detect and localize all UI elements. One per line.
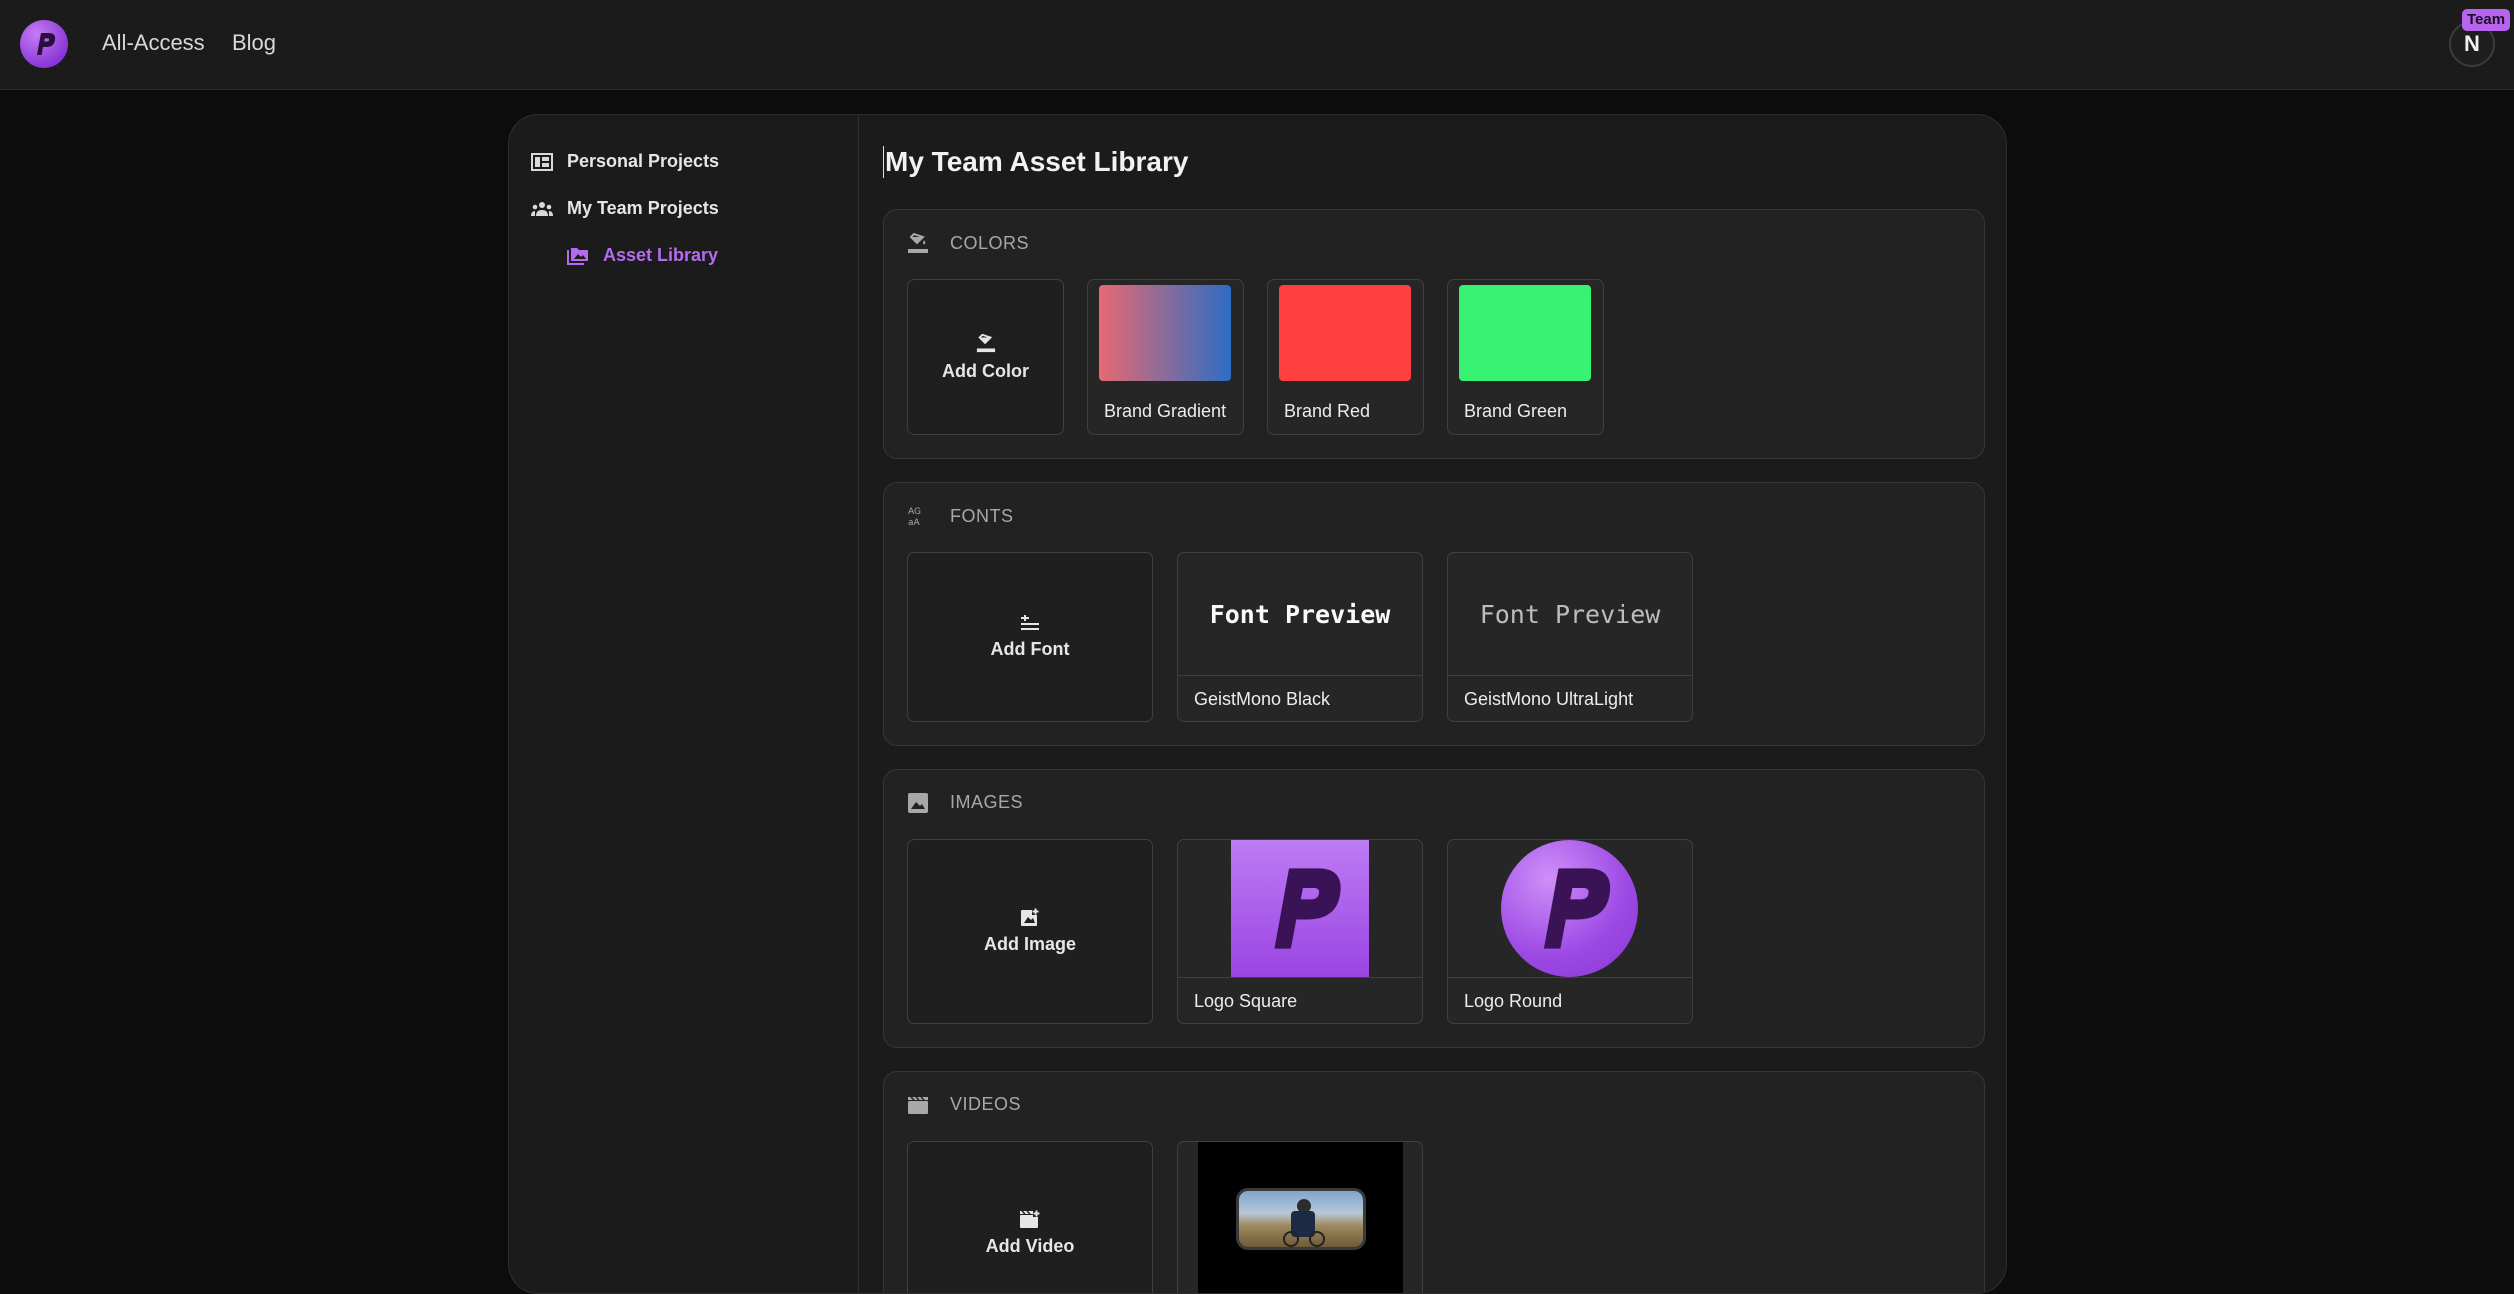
add-color-button[interactable]: Add Color [907, 279, 1064, 435]
add-video-icon [1020, 1210, 1040, 1228]
add-image-button[interactable]: Add Image [907, 839, 1153, 1024]
image-label: Logo Square [1178, 977, 1422, 1023]
nav-blog-link[interactable]: Blog [232, 30, 276, 56]
font-card-geistmono-black[interactable]: Font Preview GeistMono Black [1177, 552, 1423, 722]
sidebar-item-label: Asset Library [603, 245, 719, 265]
sidebar-item-my-team-projects[interactable]: My Team Projects [531, 198, 719, 219]
section-title: IMAGES [950, 792, 1024, 812]
page-title: My Team Asset Library [883, 146, 1189, 178]
font-card-geistmono-ultralight[interactable]: Font Preview GeistMono UltraLight [1447, 552, 1693, 722]
image-card-logo-round[interactable]: Logo Round [1447, 839, 1693, 1024]
font-label: GeistMono UltraLight [1448, 675, 1692, 721]
section-title: COLORS [950, 232, 1030, 253]
color-label: Brand Gradient [1104, 401, 1227, 421]
image-label: Logo Round [1448, 977, 1692, 1023]
add-font-label: Add Font [990, 638, 1070, 659]
main-content: My Team Asset Library COLORS Add Color B… [859, 115, 2006, 1293]
folder-image-icon [567, 247, 588, 265]
videos-section: VIDEOS Add Video [883, 1071, 1985, 1293]
color-swatch [1279, 285, 1411, 381]
add-image-label: Add Image [983, 934, 1076, 954]
fonts-section: AG aA FONTS Add Font Font Preview GeistMo… [883, 482, 1985, 746]
font-label: GeistMono Black [1178, 675, 1422, 721]
app-logo-icon[interactable] [20, 20, 68, 68]
color-swatch [1459, 285, 1591, 381]
add-font-button[interactable]: Add Font [907, 552, 1153, 722]
team-badge: Team [2462, 9, 2511, 31]
section-title: VIDEOS [950, 1094, 1022, 1114]
add-image-icon [1021, 908, 1039, 926]
app-shell: Personal Projects My Team Projects Asset… [508, 114, 2007, 1294]
color-label: Brand Green [1464, 401, 1568, 421]
svg-text:AG: AG [908, 507, 921, 517]
color-card-brand-green[interactable]: Brand Green [1447, 279, 1604, 435]
image-icon [908, 792, 928, 813]
images-section: IMAGES Add Image Logo Square Logo Round [883, 769, 1985, 1048]
logo-square-thumbnail [1231, 840, 1369, 977]
sidebar-item-personal-projects[interactable]: Personal Projects [531, 151, 719, 172]
svg-text:aA: aA [908, 518, 921, 527]
color-swatch [1099, 285, 1231, 381]
logo-round-thumbnail [1501, 840, 1638, 977]
section-title: FONTS [950, 505, 1014, 526]
sidebar: Personal Projects My Team Projects Asset… [509, 115, 859, 1293]
add-video-label: Add Video [985, 1236, 1075, 1256]
sidebar-item-label: My Team Projects [567, 198, 719, 218]
sidebar-item-label: Personal Projects [567, 151, 720, 171]
color-label: Brand Red [1284, 401, 1371, 421]
video-thumbnail [1198, 1142, 1403, 1293]
paint-bucket-icon [908, 232, 928, 253]
add-video-button[interactable]: Add Video [907, 1141, 1153, 1293]
colors-section: COLORS Add Color Brand Gradient Brand Re… [883, 209, 1985, 459]
clapperboard-icon [908, 1095, 928, 1114]
color-card-brand-red[interactable]: Brand Red [1267, 279, 1424, 435]
video-frame-phone [1236, 1188, 1366, 1250]
color-card-brand-gradient[interactable]: Brand Gradient [1087, 279, 1244, 435]
paint-bucket-icon [976, 333, 995, 352]
top-navigation-bar: All-Access Blog N Team [0, 0, 2514, 90]
font-preview: Font Preview [1479, 599, 1661, 629]
nav-all-access-link[interactable]: All-Access [102, 30, 205, 56]
sidebar-item-asset-library[interactable]: Asset Library [567, 245, 718, 266]
video-card[interactable] [1177, 1141, 1423, 1293]
image-card-logo-square[interactable]: Logo Square [1177, 839, 1423, 1024]
group-icon [531, 201, 553, 216]
dashboard-icon [531, 152, 553, 171]
text-add-icon [1021, 614, 1039, 630]
add-color-label: Add Color [942, 360, 1029, 381]
font-preview: Font Preview [1209, 599, 1391, 629]
font-icon: AGaA [908, 507, 921, 527]
